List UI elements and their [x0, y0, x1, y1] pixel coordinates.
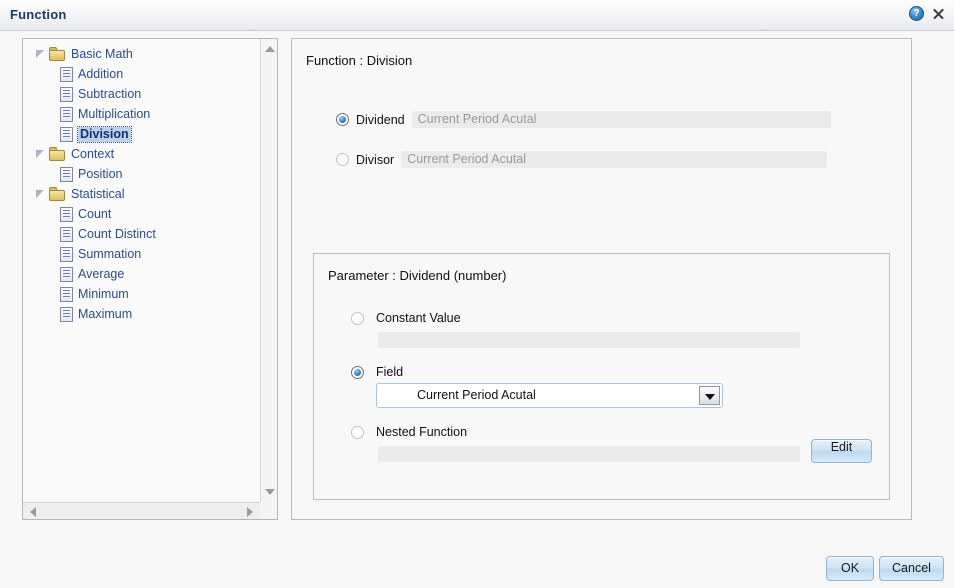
- tree-item-context[interactable]: Context: [23, 144, 260, 164]
- tree-item-division[interactable]: Division: [23, 124, 260, 144]
- document-icon: [60, 66, 73, 82]
- parameter-label-field: Field: [376, 365, 404, 379]
- tree-item-label: Division: [77, 125, 132, 143]
- tree-item-subtraction[interactable]: Subtraction: [23, 84, 260, 104]
- chevron-down-icon[interactable]: [699, 386, 720, 405]
- tree-item-count[interactable]: Count: [23, 204, 260, 224]
- document-icon: [60, 246, 73, 262]
- horizontal-scroll-thumb[interactable]: [40, 504, 243, 518]
- document-icon: [60, 286, 73, 302]
- scroll-left-arrow-icon[interactable]: [30, 507, 36, 517]
- operand-row-dividend[interactable]: Dividend Current Period Acutal: [336, 111, 831, 128]
- help-circle-icon[interactable]: ?: [909, 6, 924, 21]
- expand-toggle-icon[interactable]: [35, 149, 46, 160]
- tree-item-basic-math[interactable]: Basic Math: [23, 44, 260, 64]
- page-title: Function: [10, 7, 67, 22]
- parameter-option-nested-function[interactable]: Nested Function: [351, 425, 467, 439]
- document-icon: [60, 106, 73, 122]
- nested-function-input[interactable]: [378, 446, 800, 462]
- tree-item-label: Average: [78, 266, 125, 281]
- document-icon: [60, 86, 73, 102]
- parameter-group-box: Parameter : Dividend (number) Constant V…: [313, 253, 890, 500]
- radio-divisor[interactable]: [336, 153, 349, 166]
- tree-item-summation[interactable]: Summation: [23, 244, 260, 264]
- field-select-value: Current Period Acutal: [417, 388, 536, 402]
- operand-label-dividend: Dividend: [356, 112, 405, 127]
- tree-item-label: Maximum: [78, 306, 133, 321]
- function-tree-panel: Basic Math Addition Subtraction Multiplicat…: [22, 38, 278, 520]
- expand-toggle-icon[interactable]: [35, 189, 46, 200]
- function-heading: Function : Division: [306, 53, 413, 68]
- operand-row-divisor[interactable]: Divisor Current Period Acutal: [336, 151, 828, 168]
- function-tree[interactable]: Basic Math Addition Subtraction Multiplicat…: [23, 39, 260, 502]
- tree-item-minimum[interactable]: Minimum: [23, 284, 260, 304]
- document-icon: [60, 226, 73, 242]
- tree-item-label: Addition: [78, 66, 124, 81]
- parameter-label-nested-function: Nested Function: [376, 425, 468, 439]
- document-icon: [60, 206, 73, 222]
- tree-item-label: Subtraction: [78, 86, 142, 101]
- ok-button[interactable]: OK: [826, 556, 874, 581]
- radio-constant-value[interactable]: [351, 311, 364, 325]
- folder-icon: [49, 147, 66, 161]
- tree-item-label: Multiplication: [78, 106, 151, 121]
- expand-toggle-icon[interactable]: [35, 49, 46, 60]
- title-bar-actions: ?: [909, 6, 945, 21]
- document-icon: [60, 166, 73, 182]
- scroll-right-arrow-icon[interactable]: [247, 507, 253, 517]
- tree-vertical-scrollbar[interactable]: [260, 39, 277, 502]
- field-select[interactable]: Current Period Acutal: [376, 383, 723, 408]
- tree-item-statistical[interactable]: Statistical: [23, 184, 260, 204]
- function-detail-panel: Function : Division Dividend Current Per…: [291, 38, 912, 520]
- tree-item-label: Minimum: [78, 286, 129, 301]
- scroll-down-arrow-icon[interactable]: [265, 489, 275, 495]
- constant-value-input[interactable]: [378, 332, 800, 348]
- tree-item-count-distinct[interactable]: Count Distinct: [23, 224, 260, 244]
- parameter-option-field[interactable]: Field: [351, 365, 403, 379]
- document-icon: [60, 126, 73, 142]
- parameter-heading: Parameter : Dividend (number): [328, 268, 507, 283]
- close-icon[interactable]: [931, 7, 945, 21]
- tree-item-label: Position: [78, 166, 123, 181]
- operand-value-dividend: Current Period Acutal: [411, 111, 831, 128]
- tree-item-label: Count: [78, 206, 112, 221]
- tree-item-addition[interactable]: Addition: [23, 64, 260, 84]
- edit-button[interactable]: Edit: [811, 439, 872, 463]
- tree-item-label: Count Distinct: [78, 226, 156, 241]
- operand-label-divisor: Divisor: [356, 152, 395, 167]
- folder-icon: [49, 47, 66, 61]
- tree-item-label: Basic Math: [71, 46, 133, 61]
- tree-item-label: Summation: [78, 246, 142, 261]
- document-icon: [60, 266, 73, 282]
- radio-field[interactable]: [351, 365, 364, 379]
- operand-value-divisor: Current Period Acutal: [401, 151, 828, 168]
- tree-item-position[interactable]: Position: [23, 164, 260, 184]
- scrollbar-corner: [260, 502, 277, 519]
- parameter-label-constant-value: Constant Value: [376, 311, 461, 325]
- tree-item-label: Context: [71, 146, 115, 161]
- tree-item-maximum[interactable]: Maximum: [23, 304, 260, 324]
- radio-dividend[interactable]: [336, 113, 349, 126]
- document-icon: [60, 306, 73, 322]
- scroll-up-arrow-icon[interactable]: [265, 46, 275, 52]
- tree-item-average[interactable]: Average: [23, 264, 260, 284]
- radio-nested-function[interactable]: [351, 425, 364, 439]
- dialog-title-bar: Function ?: [0, 0, 954, 31]
- tree-item-label: Statistical: [71, 186, 125, 201]
- cancel-button[interactable]: Cancel: [879, 556, 944, 581]
- tree-item-multiplication[interactable]: Multiplication: [23, 104, 260, 124]
- parameter-option-constant-value[interactable]: Constant Value: [351, 311, 461, 325]
- folder-icon: [49, 187, 66, 201]
- tree-horizontal-scrollbar[interactable]: [23, 502, 260, 519]
